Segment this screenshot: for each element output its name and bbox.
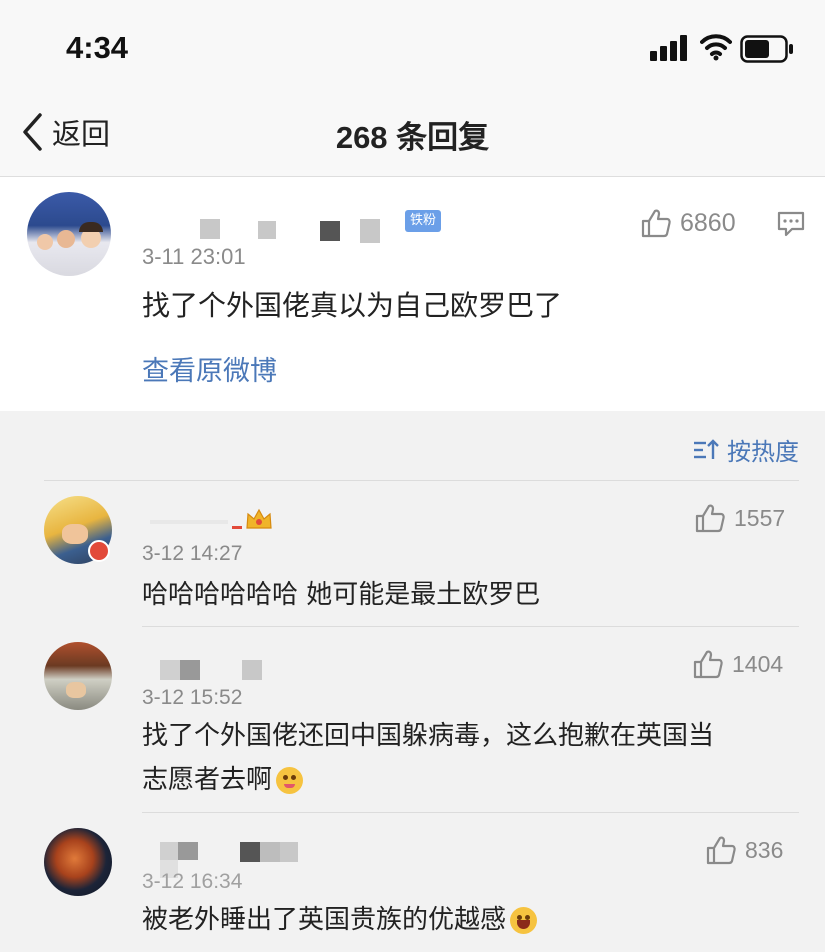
thumbs-up-icon bbox=[641, 209, 671, 238]
reply-item: 3-12 15:52 1404 找了个外国佬还回中国躲病毒，这么抱歉在英国当 志… bbox=[0, 626, 825, 812]
signal-icon bbox=[650, 35, 687, 61]
verified-badge-icon bbox=[88, 540, 110, 562]
like-count: 1404 bbox=[732, 650, 784, 677]
navigation-bar: 返回 268 条回复 bbox=[0, 100, 825, 177]
sort-by-hot-button[interactable]: 按热度 bbox=[693, 432, 799, 467]
like-count: 6860 bbox=[680, 208, 736, 237]
thumbs-up-icon bbox=[695, 504, 725, 533]
reply-text: 找了个外国佬还回中国躲病毒，这么抱歉在英国当 志愿者去啊 bbox=[142, 714, 782, 802]
crown-badge-icon bbox=[246, 508, 272, 529]
reply-text-line: 找了个外国佬还回中国躲病毒，这么抱歉在英国当 bbox=[142, 721, 715, 751]
fan-badge: 铁粉 bbox=[405, 210, 441, 232]
main-comment: 铁粉 3-11 23:01 6860 找了个外国佬真以为自己欧罗巴了 查看原微博 bbox=[0, 177, 825, 411]
username-pixelated[interactable] bbox=[150, 520, 250, 534]
reply-text-line: 志愿者去啊 bbox=[142, 758, 782, 802]
battery-icon bbox=[740, 35, 793, 63]
reply-item: 3-12 16:34 836 被老外睡出了英国贵族的优越感 bbox=[0, 812, 825, 952]
comment-text: 找了个外国佬真以为自己欧罗巴了 bbox=[142, 289, 563, 322]
laugh-emoji-icon bbox=[510, 907, 538, 934]
thumbs-up-icon bbox=[706, 836, 736, 865]
comment-icon[interactable] bbox=[776, 209, 806, 239]
reply-time: 3-12 14:27 bbox=[142, 542, 243, 565]
status-time: 4:34 bbox=[66, 30, 129, 65]
yum-emoji-icon bbox=[276, 767, 304, 794]
page-title: 268 条回复 bbox=[335, 120, 490, 155]
like-button[interactable]: 1404 bbox=[692, 648, 783, 680]
sort-row: 按热度 bbox=[0, 412, 825, 480]
sort-icon bbox=[694, 438, 719, 459]
like-button[interactable]: 1557 bbox=[694, 502, 785, 534]
reply-text: 被老外睡出了英国贵族的优越感 bbox=[142, 898, 782, 942]
reply-time: 3-12 16:34 bbox=[142, 870, 243, 893]
avatar[interactable] bbox=[27, 192, 111, 276]
avatar[interactable] bbox=[44, 828, 112, 896]
username-pixelated[interactable] bbox=[160, 660, 280, 682]
sort-label: 按热度 bbox=[727, 438, 799, 466]
like-button[interactable]: 6860 bbox=[640, 207, 736, 239]
avatar[interactable] bbox=[44, 642, 112, 710]
reply-item: 3-12 14:27 1557 哈哈哈哈哈哈 她可能是最土欧罗巴 bbox=[0, 480, 825, 626]
reply-text: 哈哈哈哈哈哈 她可能是最土欧罗巴 bbox=[142, 580, 541, 610]
like-count: 1557 bbox=[734, 504, 786, 531]
reply-text-segment: 被老外睡出了英国贵族的优越感 bbox=[142, 905, 507, 935]
reply-text-segment: 志愿者去啊 bbox=[142, 765, 273, 795]
wifi-icon bbox=[700, 34, 732, 61]
view-original-link[interactable]: 查看原微博 bbox=[142, 349, 277, 388]
reply-time: 3-12 15:52 bbox=[142, 686, 243, 709]
like-count: 836 bbox=[745, 836, 784, 863]
thumbs-up-icon bbox=[693, 650, 723, 679]
like-button[interactable]: 836 bbox=[705, 834, 783, 866]
username-pixelated[interactable] bbox=[200, 219, 400, 243]
status-bar: 4:34 bbox=[0, 0, 825, 100]
comment-time: 3-11 23:01 bbox=[142, 244, 246, 269]
